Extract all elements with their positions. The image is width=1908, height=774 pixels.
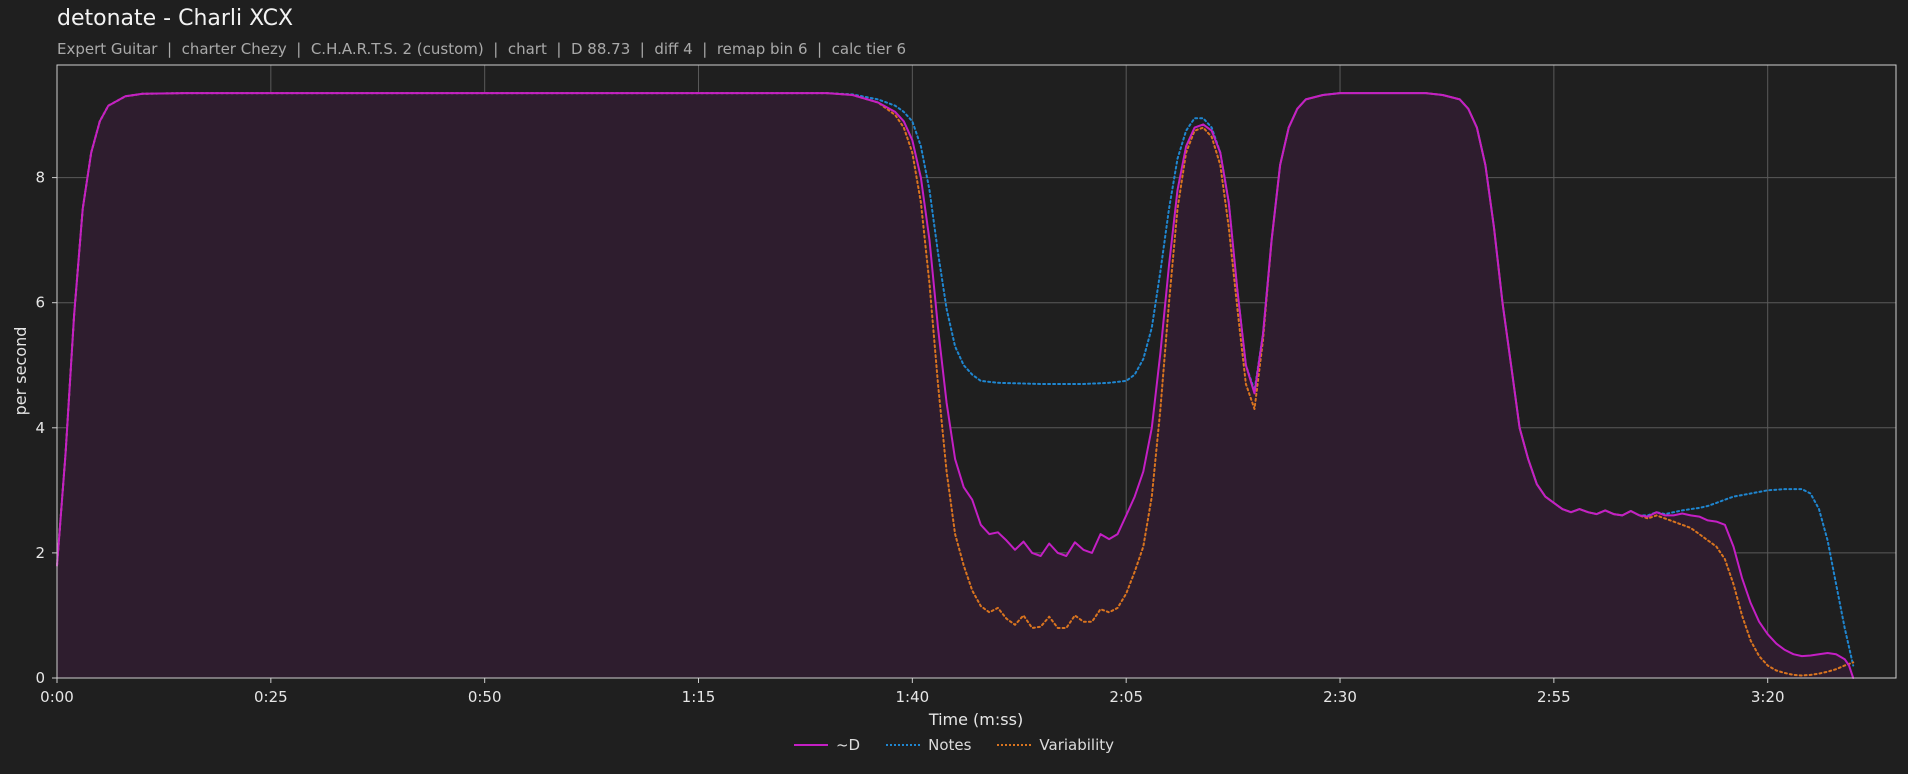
x-axis-ticks: 0:00 0:25 0:50 1:15 1:40 2:05 2:30 2:55 3:20 bbox=[40, 678, 1785, 706]
y-tick-label: 4 bbox=[35, 419, 45, 437]
y-tick-label: 6 bbox=[35, 294, 45, 312]
legend-item-d: ~D bbox=[793, 736, 861, 754]
area-fill bbox=[57, 93, 1854, 679]
legend-label-d: ~D bbox=[835, 736, 861, 754]
legend-label-variability: Variability bbox=[1039, 736, 1115, 754]
x-tick-label: 0:50 bbox=[468, 688, 502, 706]
x-tick-label: 1:40 bbox=[896, 688, 930, 706]
chart-legend: ~D Notes Variability bbox=[0, 736, 1908, 754]
legend-swatch-variability bbox=[997, 744, 1032, 746]
y-tick-label: 0 bbox=[35, 669, 45, 687]
x-axis-label: Time (m:ss) bbox=[928, 710, 1023, 729]
x-tick-label: 3:20 bbox=[1751, 688, 1785, 706]
x-tick-label: 0:25 bbox=[254, 688, 288, 706]
area-fill-d bbox=[57, 93, 1854, 679]
y-axis-ticks: 0 2 4 6 8 bbox=[35, 169, 57, 687]
x-tick-label: 1:15 bbox=[682, 688, 716, 706]
y-tick-label: 8 bbox=[35, 169, 45, 187]
x-tick-label: 2:30 bbox=[1323, 688, 1357, 706]
legend-swatch-d bbox=[793, 744, 828, 746]
legend-label-notes: Notes bbox=[928, 736, 972, 754]
legend-item-notes: Notes bbox=[886, 736, 971, 754]
legend-swatch-notes bbox=[886, 744, 921, 746]
y-axis-label: per second bbox=[11, 327, 30, 416]
x-tick-label: 0:00 bbox=[40, 688, 74, 706]
legend-item-variability: Variability bbox=[997, 736, 1114, 754]
line-chart: 0:00 0:25 0:50 1:15 1:40 2:05 2:30 2:55 3:20 0 2 4… bbox=[11, 64, 1897, 729]
x-tick-label: 2:05 bbox=[1109, 688, 1143, 706]
y-tick-label: 2 bbox=[35, 544, 45, 562]
x-tick-label: 2:55 bbox=[1537, 688, 1571, 706]
